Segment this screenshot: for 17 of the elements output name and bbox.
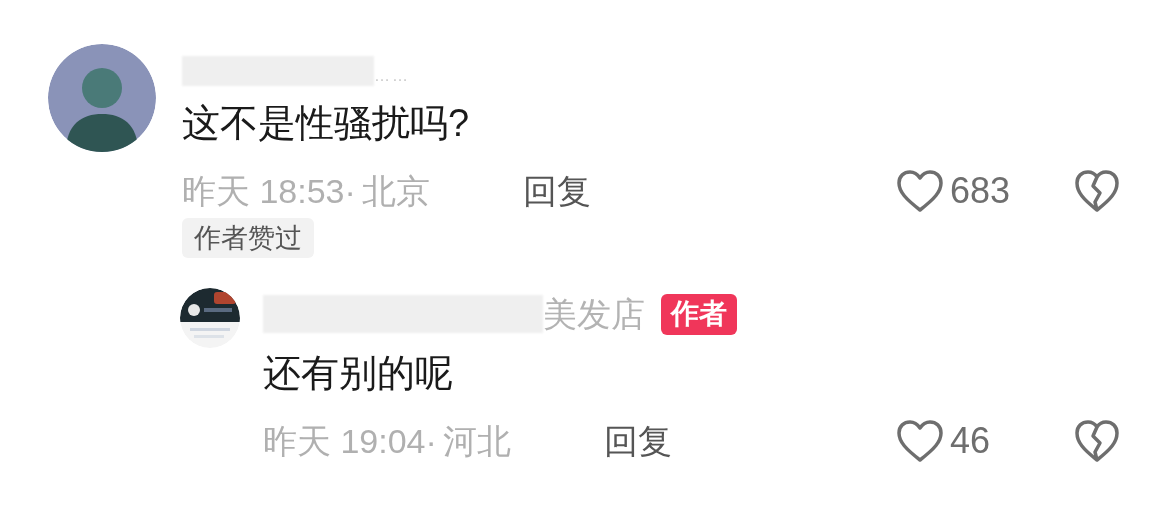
reply-button[interactable]: 回复 — [604, 415, 672, 467]
location: 河北 — [442, 420, 511, 462]
like-count: 683 — [950, 169, 1011, 213]
comment-text: 还有别的呢 — [263, 351, 454, 396]
author-liked-badge: 作者赞过 — [182, 218, 314, 258]
author-badge: 作者 — [661, 293, 737, 335]
author-name: 美发店 — [543, 293, 645, 335]
author-name: …… — [374, 66, 410, 86]
comment-text: 这不是性骚扰吗? — [182, 101, 471, 146]
reply-button[interactable]: 回复 — [523, 165, 591, 217]
heart-icon[interactable] — [896, 169, 944, 213]
avatar[interactable] — [48, 44, 156, 152]
timestamp: 昨天 18:53· — [182, 170, 356, 212]
location: 北京 — [361, 170, 430, 212]
timestamp: 昨天 19:04· — [263, 420, 437, 462]
heart-icon[interactable] — [896, 419, 944, 463]
like-count: 46 — [950, 419, 991, 463]
